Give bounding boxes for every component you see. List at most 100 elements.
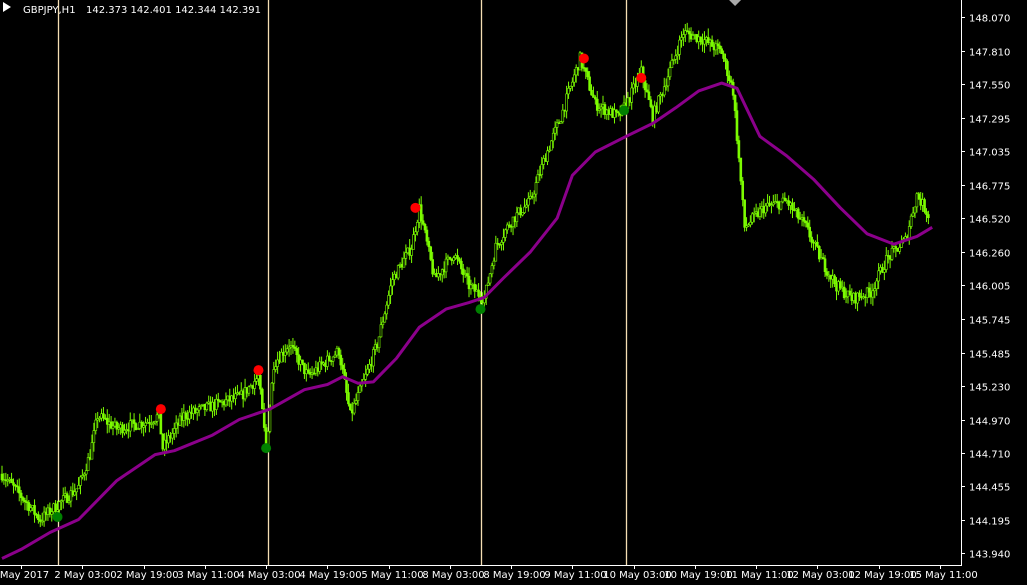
time-tick-label: 11 May 11:00 bbox=[725, 570, 794, 581]
candle-body bbox=[349, 403, 352, 411]
candle-body bbox=[383, 313, 387, 323]
time-tick-label: 10 May 03:00 bbox=[603, 570, 672, 581]
candle-body bbox=[33, 505, 36, 515]
sell-signal-dot bbox=[578, 53, 589, 64]
candle-body bbox=[718, 45, 722, 50]
candle-body bbox=[261, 388, 264, 410]
candle-body bbox=[527, 198, 530, 206]
candle-body bbox=[569, 85, 572, 89]
candle-body bbox=[504, 229, 507, 238]
buy-signal-dot bbox=[475, 304, 486, 315]
chart-quote: 142.373 142.401 142.344 142.391 bbox=[86, 5, 261, 16]
candle-body bbox=[58, 501, 61, 511]
candle-body bbox=[810, 236, 813, 243]
time-tick-label: 4 May 03:00 bbox=[238, 570, 300, 581]
candle-body bbox=[255, 378, 258, 382]
candle-body bbox=[306, 369, 310, 373]
candle-body bbox=[662, 86, 666, 96]
candle-body bbox=[10, 478, 13, 483]
price-tick-label: 144.195 bbox=[969, 517, 1010, 528]
candle-body bbox=[534, 182, 538, 195]
candle-body bbox=[911, 212, 915, 217]
candle-body bbox=[412, 234, 415, 250]
candle-body bbox=[377, 336, 381, 349]
price-chart[interactable]: 148.070 147.810 147.550 147.295 147.035 146.7… bbox=[0, 0, 1027, 585]
candle-body bbox=[710, 39, 714, 47]
sell-signal-dot bbox=[636, 72, 647, 83]
candle-body bbox=[429, 246, 433, 260]
candle-body bbox=[630, 87, 634, 103]
price-tick-label: 144.710 bbox=[969, 450, 1010, 461]
candle-body bbox=[61, 495, 65, 501]
candle-body bbox=[272, 369, 276, 384]
time-tick-label: 8 May 03:00 bbox=[422, 570, 484, 581]
candle-body bbox=[339, 354, 343, 366]
candle-body bbox=[731, 82, 735, 96]
time-tick-label: 3 May 11:00 bbox=[177, 570, 239, 581]
candle-body bbox=[259, 375, 262, 390]
candle-body bbox=[331, 356, 335, 362]
candle-body bbox=[431, 259, 434, 275]
candle-body bbox=[615, 109, 618, 113]
candle-body bbox=[553, 127, 557, 134]
candle-body bbox=[387, 295, 390, 306]
candle-body bbox=[923, 199, 926, 213]
candle-body bbox=[421, 220, 425, 225]
candle-body bbox=[452, 257, 456, 261]
candle-body bbox=[540, 164, 544, 176]
candle-body bbox=[327, 355, 331, 361]
price-tick-label: 147.550 bbox=[969, 81, 1010, 92]
candle-body bbox=[0, 473, 4, 481]
candle-body bbox=[414, 231, 417, 235]
price-tick-label: 145.485 bbox=[969, 350, 1010, 361]
candle-body bbox=[873, 288, 877, 292]
candle-body bbox=[678, 39, 681, 55]
candle-body bbox=[358, 385, 362, 393]
candle-body bbox=[592, 94, 595, 98]
candle-body bbox=[741, 180, 745, 201]
chart-symbol: GBPJPY,H1 bbox=[23, 5, 76, 16]
candle-body bbox=[345, 378, 348, 393]
candle-body bbox=[515, 212, 519, 223]
candle-body bbox=[674, 55, 678, 60]
candle-body bbox=[391, 279, 394, 287]
candle-body bbox=[572, 74, 576, 83]
candle-body bbox=[356, 392, 360, 401]
candle-body bbox=[423, 223, 427, 231]
candle-body bbox=[381, 321, 385, 325]
candle-body bbox=[73, 491, 77, 496]
price-tick-label: 144.455 bbox=[969, 483, 1010, 494]
candle-body bbox=[726, 61, 729, 77]
time-tick-label: 15 May 11:00 bbox=[909, 570, 978, 581]
candle-body bbox=[427, 240, 431, 248]
candle-body bbox=[92, 430, 96, 443]
candle-body bbox=[817, 246, 821, 260]
buy-signal-dot bbox=[52, 511, 63, 522]
candle-body bbox=[75, 488, 78, 493]
candle-body bbox=[657, 95, 660, 113]
candle-body bbox=[925, 211, 928, 215]
candle-body bbox=[913, 206, 917, 214]
candle-body bbox=[347, 392, 350, 405]
candle-body bbox=[37, 514, 40, 521]
candle-body bbox=[720, 48, 723, 55]
price-tick-label: 145.230 bbox=[969, 383, 1010, 394]
candle-body bbox=[396, 265, 400, 279]
candle-body bbox=[571, 81, 574, 87]
candle-body bbox=[842, 286, 846, 299]
candle-body bbox=[670, 60, 674, 68]
candle-body bbox=[590, 89, 593, 96]
candle-body bbox=[205, 402, 209, 410]
candle-body bbox=[728, 75, 731, 81]
candle-body bbox=[500, 242, 503, 245]
candle-body bbox=[682, 34, 685, 38]
candle-body bbox=[354, 400, 358, 404]
candle-body bbox=[253, 381, 256, 389]
time-tick-label: 12 May 03:00 bbox=[786, 570, 855, 581]
time-tick-label: 9 May 11:00 bbox=[544, 570, 606, 581]
candle-body bbox=[779, 201, 783, 210]
candle-body bbox=[739, 157, 743, 182]
time-tick-label: 2 May 03:00 bbox=[54, 570, 116, 581]
candle-body bbox=[521, 212, 524, 216]
candle-body bbox=[927, 214, 930, 219]
